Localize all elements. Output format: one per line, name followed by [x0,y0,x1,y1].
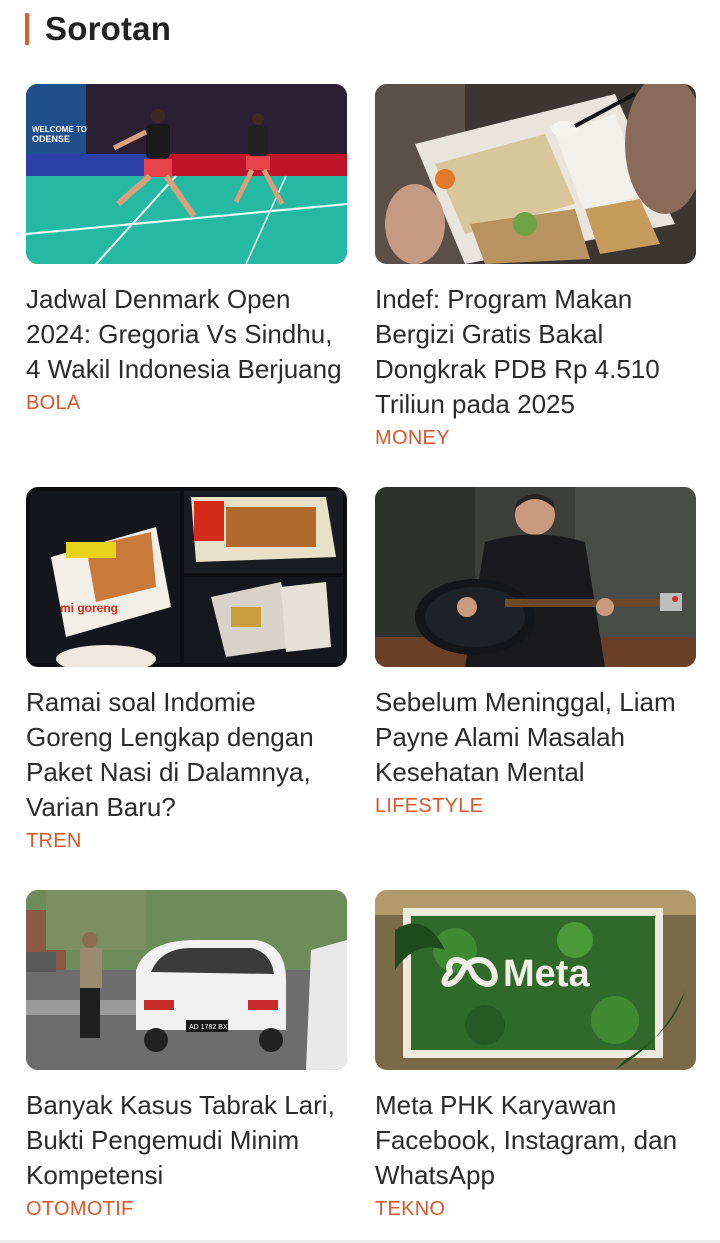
article-category[interactable]: MONEY [375,427,696,450]
article-category[interactable]: BOLA [26,392,347,415]
article-category[interactable]: TREN [26,830,347,853]
article-thumbnail-noodle-packet[interactable]: mi goreng [26,487,347,667]
article-thumbnail-guitarist[interactable] [375,487,696,667]
article-card[interactable]: WELCOME TO ODENSE Jadwal Denmark Open 20… [26,84,347,415]
article-thumbnail-badminton[interactable]: WELCOME TO ODENSE [26,84,347,264]
article-card[interactable]: Meta Meta PHK Karyawan Facebook, Instagr… [375,890,696,1221]
article-card[interactable]: mi goreng Ramai soal Indomie Goreng Leng… [26,487,347,853]
article-category[interactable]: LIFESTYLE [375,795,696,818]
banner-text: WELCOME TO [32,125,87,134]
article-title[interactable]: Meta PHK Karyawan Facebook, Instagram, d… [375,1088,696,1193]
article-thumbnail-meta-sign[interactable]: Meta [375,890,696,1070]
article-title[interactable]: Ramai soal Indomie Goreng Lengkap dengan… [26,685,347,825]
article-title[interactable]: Banyak Kasus Tabrak Lari, Bukti Pengemud… [26,1088,347,1193]
package-text: mi goreng [60,601,118,615]
section-title: Sorotan [45,10,172,47]
section-header: Sorotan [25,10,171,48]
article-thumbnail-damaged-car[interactable]: AD 1782 BX [26,890,347,1070]
article-card[interactable]: Sebelum Meninggal, Liam Payne Alami Masa… [375,487,696,818]
article-card[interactable]: Indef: Program Makan Bergizi Gratis Baka… [375,84,696,450]
article-title[interactable]: Indef: Program Makan Bergizi Gratis Baka… [375,282,696,422]
article-category[interactable]: TEKNO [375,1198,696,1221]
meta-logo-text: Meta [503,953,590,995]
article-category[interactable]: OTOMOTIF [26,1198,347,1221]
article-title[interactable]: Jadwal Denmark Open 2024: Gregoria Vs Si… [26,282,347,387]
article-thumbnail-meal-box[interactable] [375,84,696,264]
article-card[interactable]: AD 1782 BX Banyak Kasus Tabrak Lari, Buk… [26,890,347,1221]
article-title[interactable]: Sebelum Meninggal, Liam Payne Alami Masa… [375,685,696,790]
banner-text: ODENSE [32,134,70,144]
section-accent-bar [25,13,29,45]
license-plate-text: AD 1782 BX [189,1024,228,1031]
